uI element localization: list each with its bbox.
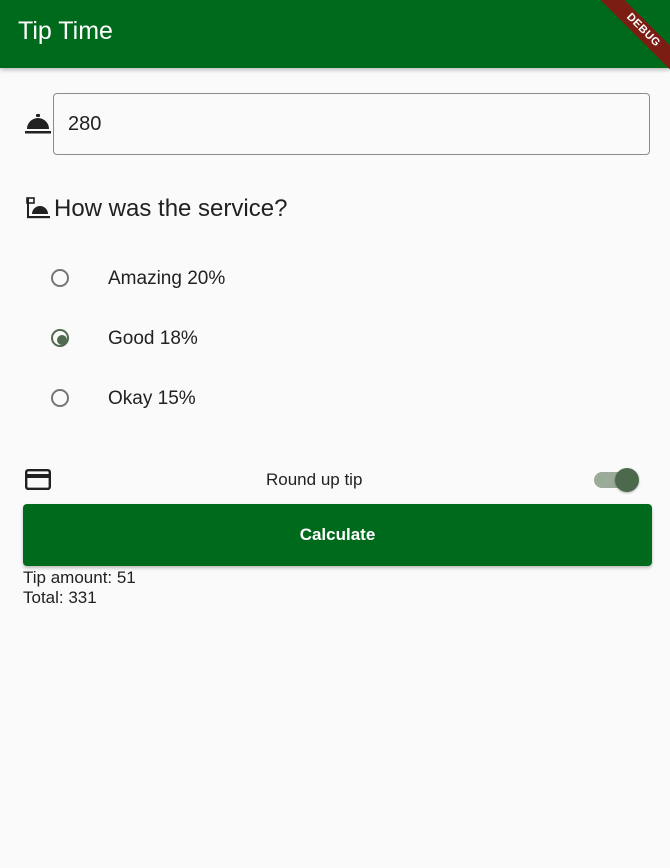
round-up-tip-switch[interactable] (594, 466, 642, 494)
cost-of-service-input[interactable] (53, 93, 650, 155)
round-up-tip-label: Round up tip (266, 470, 363, 489)
service-question-heading: How was the service? (54, 195, 288, 222)
app-bar: Tip Time (0, 0, 670, 68)
room-service-icon (25, 114, 51, 134)
switch-thumb (615, 468, 639, 492)
total-text: Total: 331 (23, 588, 97, 607)
radio-button[interactable] (51, 269, 69, 287)
tip-amount-text: Tip amount: 51 (23, 568, 136, 587)
radio-button[interactable] (51, 389, 69, 407)
room-service-outlined-icon (26, 197, 50, 219)
tip-option-label: Amazing 20% (108, 268, 226, 289)
tip-option-amazing[interactable]: Amazing 20% (0, 249, 670, 309)
tip-option-okay[interactable]: Okay 15% (0, 369, 670, 429)
tip-option-label: Okay 15% (108, 388, 196, 409)
tip-option-label: Good 18% (108, 328, 198, 349)
radio-button-selected[interactable] (51, 329, 69, 347)
credit-card-icon (25, 469, 51, 490)
calculate-button[interactable]: Calculate (23, 504, 652, 566)
radio-selected-dot (57, 335, 67, 345)
tip-option-good[interactable]: Good 18% (0, 309, 670, 369)
app-title: Tip Time (18, 17, 113, 45)
